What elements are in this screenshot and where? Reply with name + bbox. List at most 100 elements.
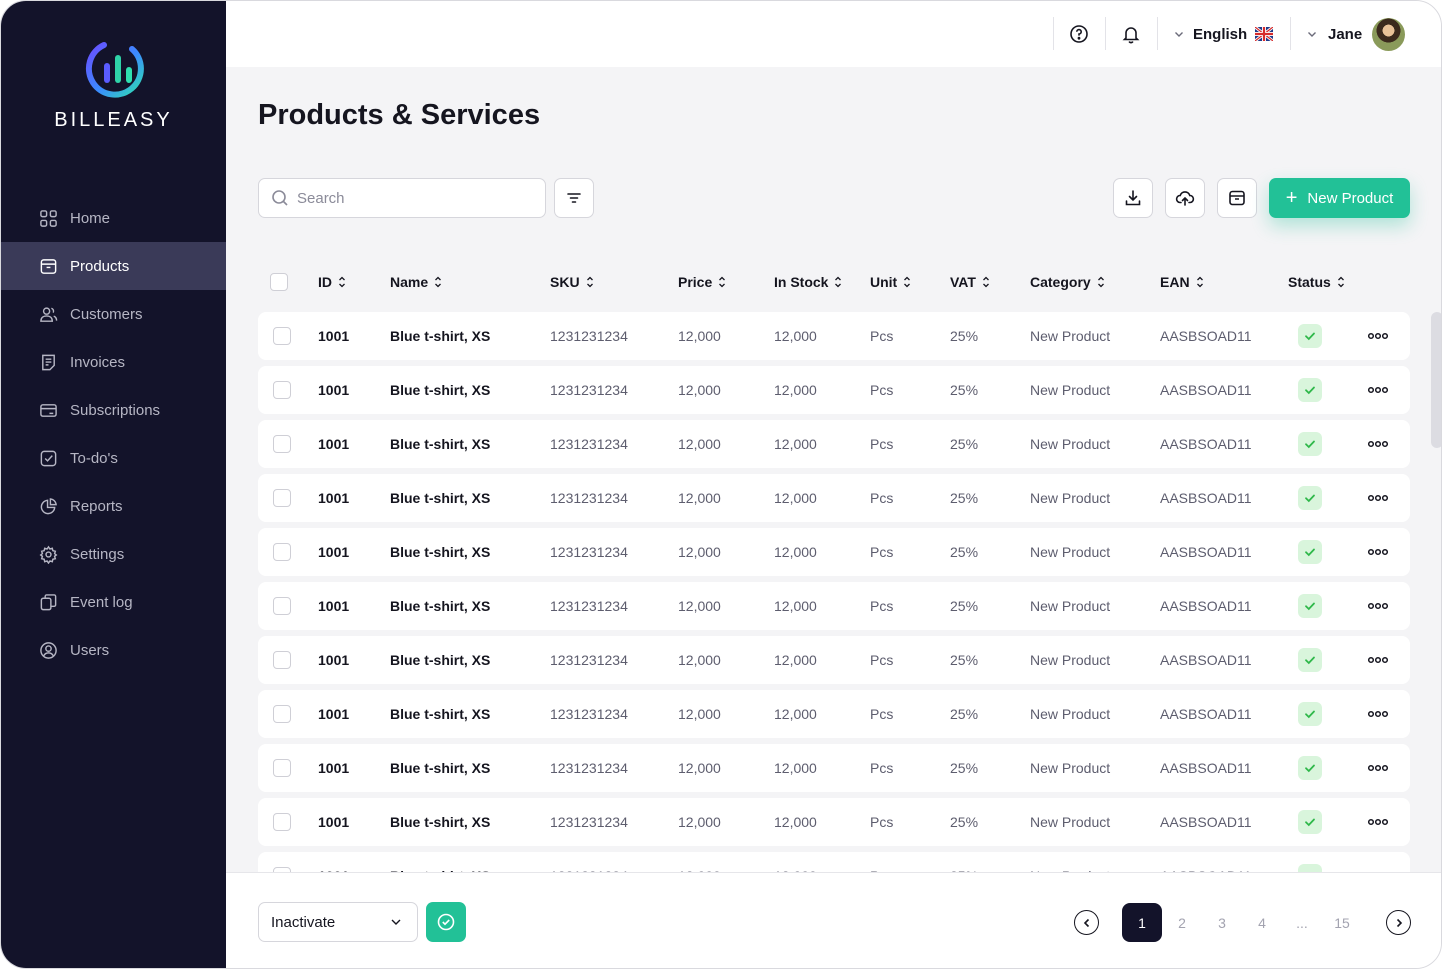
table-row[interactable]: 1001Blue t-shirt, XS123123123412,00012,0… (258, 582, 1410, 630)
cell-id: 1001 (318, 544, 350, 560)
sidebar-item-label: Customers (70, 305, 143, 323)
filter-button[interactable] (554, 178, 594, 218)
row-more-button[interactable] (1366, 328, 1390, 344)
cell-vat: 25% (950, 328, 979, 344)
table-row[interactable]: 1001Blue t-shirt, XS123123123412,00012,0… (258, 420, 1410, 468)
table-row[interactable]: 1001Blue t-shirt, XS123123123412,00012,0… (258, 636, 1410, 684)
bulk-action-select[interactable]: Inactivate (258, 902, 418, 942)
cell-name: Blue t-shirt, XS (390, 706, 491, 722)
column-label: EAN (1160, 274, 1190, 290)
grid-icon (38, 208, 58, 228)
column-header-id[interactable]: ID (318, 274, 346, 290)
language-selector[interactable]: English (1173, 21, 1274, 47)
column-label: Price (678, 274, 713, 290)
cell-in-stock: 12,000 (774, 652, 817, 668)
sidebar-item-invoices[interactable]: Invoices (1, 338, 226, 386)
table-scrollbar[interactable] (1431, 312, 1441, 448)
row-checkbox[interactable] (273, 381, 291, 399)
cell-vat: 25% (950, 598, 979, 614)
chevron-down-icon (1175, 32, 1183, 37)
column-header-ean[interactable]: EAN (1160, 274, 1204, 290)
row-more-button[interactable] (1366, 652, 1390, 668)
cell-price: 12,000 (678, 760, 721, 776)
brand-logo[interactable]: BILLEASY (1, 35, 226, 132)
row-more-button[interactable] (1366, 436, 1390, 452)
table-row[interactable]: 1001Blue t-shirt, XS123123123412,00012,0… (258, 366, 1410, 414)
sidebar-item-label: Reports (70, 497, 123, 515)
table-row[interactable]: 1001Blue t-shirt, XS123123123412,00012,0… (258, 798, 1410, 846)
cell-sku: 1231231234 (550, 760, 628, 776)
page-button-2[interactable]: 2 (1162, 903, 1202, 942)
prev-page-button[interactable] (1074, 910, 1099, 935)
sidebar-item-products[interactable]: Products (1, 242, 226, 290)
table-row[interactable]: 1001Blue t-shirt, XS123123123412,00012,0… (258, 528, 1410, 576)
cell-category: New Product (1030, 760, 1111, 776)
select-all-checkbox[interactable] (270, 273, 288, 291)
table-row[interactable]: 1001Blue t-shirt, XS123123123412,00012,0… (258, 690, 1410, 738)
sidebar-item-reports[interactable]: Reports (1, 482, 226, 530)
column-header-in-stock[interactable]: In Stock (774, 274, 842, 290)
sidebar: BILLEASY Home Products Customers Invoice… (1, 1, 226, 968)
archive-button[interactable] (1217, 178, 1257, 218)
row-more-button[interactable] (1366, 598, 1390, 614)
cell-id: 1001 (318, 490, 350, 506)
billeasy-logo-icon (85, 42, 144, 98)
user-menu[interactable]: Jane (1306, 17, 1406, 51)
table-row[interactable]: 1001Blue t-shirt, XS123123123412,00012,0… (258, 852, 1410, 872)
page-button-3[interactable]: 3 (1202, 903, 1242, 942)
row-checkbox[interactable] (273, 705, 291, 723)
row-checkbox[interactable] (273, 489, 291, 507)
search-input[interactable] (297, 189, 517, 207)
sidebar-item-subscriptions[interactable]: Subscriptions (1, 386, 226, 434)
sidebar-item-customers[interactable]: Customers (1, 290, 226, 338)
new-product-button[interactable]: + New Product (1269, 178, 1410, 218)
column-header-name[interactable]: Name (390, 274, 442, 290)
column-header-price[interactable]: Price (678, 274, 726, 290)
row-checkbox[interactable] (273, 435, 291, 453)
row-more-button[interactable] (1366, 760, 1390, 776)
row-more-button[interactable] (1366, 490, 1390, 506)
row-more-button[interactable] (1366, 814, 1390, 830)
page-button-1[interactable]: 1 (1122, 903, 1162, 942)
search-box[interactable] (258, 178, 546, 218)
notifications-button[interactable] (1118, 21, 1144, 47)
topbar: English Jane (226, 1, 1441, 67)
column-header-sku[interactable]: SKU (550, 274, 594, 290)
page-button-15[interactable]: 15 (1322, 903, 1362, 942)
help-button[interactable] (1066, 21, 1092, 47)
download-button[interactable] (1113, 178, 1153, 218)
cell-category: New Product (1030, 706, 1111, 722)
row-checkbox[interactable] (273, 651, 291, 669)
row-checkbox[interactable] (273, 597, 291, 615)
sidebar-item-home[interactable]: Home (1, 194, 226, 242)
column-header-status[interactable]: Status (1288, 274, 1345, 290)
brand-name: BILLEASY (54, 109, 173, 131)
row-checkbox[interactable] (273, 327, 291, 345)
cell-vat: 25% (950, 814, 979, 830)
cell-id: 1001 (318, 328, 350, 344)
sidebar-item-settings[interactable]: Settings (1, 530, 226, 578)
column-header-vat[interactable]: VAT (950, 274, 990, 290)
cell-in-stock: 12,000 (774, 598, 817, 614)
row-checkbox[interactable] (273, 813, 291, 831)
next-page-button[interactable] (1386, 910, 1411, 935)
column-header-unit[interactable]: Unit (870, 274, 911, 290)
sidebar-item-todos[interactable]: To-do's (1, 434, 226, 482)
table-row[interactable]: 1001Blue t-shirt, XS123123123412,00012,0… (258, 474, 1410, 522)
upload-button[interactable] (1165, 178, 1205, 218)
sidebar-item-event-log[interactable]: Event log (1, 578, 226, 626)
cell-name: Blue t-shirt, XS (390, 436, 491, 452)
row-checkbox[interactable] (273, 759, 291, 777)
row-more-button[interactable] (1366, 706, 1390, 722)
sidebar-item-users[interactable]: Users (1, 626, 226, 674)
sidebar-item-label: Settings (70, 545, 125, 563)
row-checkbox[interactable] (273, 543, 291, 561)
page-button-4[interactable]: 4 (1242, 903, 1282, 942)
row-more-button[interactable] (1366, 544, 1390, 560)
table-row[interactable]: 1001Blue t-shirt, XS123123123412,00012,0… (258, 312, 1410, 360)
column-header-category[interactable]: Category (1030, 274, 1105, 290)
sidebar-item-label: Products (70, 257, 130, 275)
row-more-button[interactable] (1366, 382, 1390, 398)
apply-bulk-action-button[interactable] (426, 902, 466, 942)
table-row[interactable]: 1001Blue t-shirt, XS123123123412,00012,0… (258, 744, 1410, 792)
